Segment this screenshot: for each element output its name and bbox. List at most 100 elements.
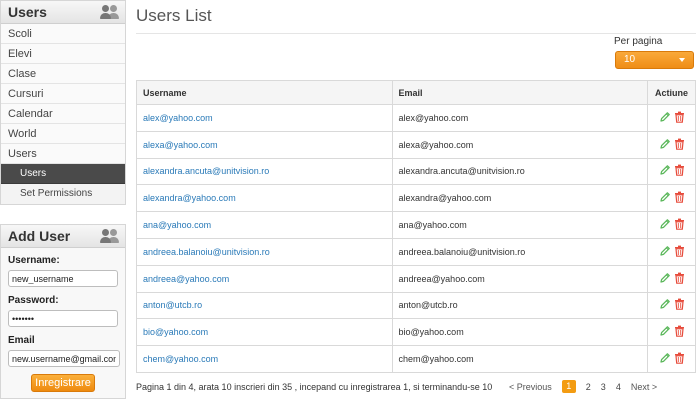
pencil-icon[interactable] <box>659 164 671 176</box>
actions-cell <box>647 184 696 213</box>
sidebar-item-world[interactable]: World <box>1 124 125 144</box>
pencil-icon[interactable] <box>659 352 671 364</box>
pencil-icon[interactable] <box>659 111 671 123</box>
users-icon <box>100 5 119 19</box>
table-row: bio@yahoo.com bio@yahoo.com <box>136 318 696 347</box>
sidebar-item-users-sub[interactable]: Users <box>1 164 125 184</box>
actions-cell <box>647 318 696 347</box>
pencil-icon[interactable] <box>659 218 671 230</box>
actions-cell <box>647 345 696 373</box>
pagination: < Previous 1 2 3 4 Next > <box>504 380 662 393</box>
trash-icon[interactable] <box>674 272 685 284</box>
per-page-value: 10 <box>624 54 636 65</box>
trash-icon[interactable] <box>674 298 685 311</box>
actions-cell <box>647 130 696 159</box>
pagination-info: Pagina 1 din 4, arata 10 inscrieri din 3… <box>136 382 493 392</box>
email-input[interactable] <box>8 350 120 367</box>
pencil-icon[interactable] <box>659 272 671 284</box>
add-user-header: Add User <box>1 225 125 248</box>
username-link[interactable]: alexa@yahoo.com <box>136 130 393 159</box>
pencil-icon[interactable] <box>659 245 671 257</box>
username-link[interactable]: alexandra@yahoo.com <box>136 184 393 213</box>
email-cell: bio@yahoo.com <box>391 318 649 347</box>
password-input[interactable] <box>8 310 118 327</box>
per-page-label: Per pagina <box>614 36 663 47</box>
email-cell: anton@utcb.ro <box>391 291 649 320</box>
trash-icon[interactable] <box>674 352 685 364</box>
email-cell: alexandra@yahoo.com <box>391 184 649 213</box>
username-link[interactable]: andreea@yahoo.com <box>136 264 393 293</box>
pencil-icon[interactable] <box>659 138 671 150</box>
username-link[interactable]: chem@yahoo.com <box>136 345 393 373</box>
pencil-icon[interactable] <box>659 298 671 310</box>
pencil-icon[interactable] <box>659 325 671 337</box>
table-row: alexandra@yahoo.com alexandra@yahoo.com <box>136 184 696 213</box>
sidebar: Users Scoli Elevi Clase Cursuri Calendar Worl… <box>0 0 126 399</box>
users-table: Username Email Actiune alex@yahoo.com ale… <box>136 80 696 373</box>
email-label: Email <box>8 335 35 346</box>
username-input[interactable] <box>8 270 118 287</box>
per-page-select[interactable]: 10 <box>615 51 694 69</box>
column-header-email: Email <box>391 80 649 105</box>
table-row: alexa@yahoo.com alexa@yahoo.com <box>136 130 696 159</box>
actions-cell <box>647 157 696 186</box>
add-user-panel: Add User Username: Password: Email Inreg… <box>0 224 126 399</box>
trash-icon[interactable] <box>674 245 685 257</box>
trash-icon[interactable] <box>674 111 685 123</box>
pagination-page-2[interactable]: 2 <box>586 382 591 392</box>
sidebar-item-cursuri[interactable]: Cursuri <box>1 84 125 104</box>
username-link[interactable]: andreea.balanoiu@unitvision.ro <box>136 237 393 266</box>
pagination-next[interactable]: Next > <box>631 382 657 392</box>
username-link[interactable]: alex@yahoo.com <box>136 104 393 132</box>
table-header-row: Username Email Actiune <box>136 80 696 105</box>
sidebar-item-clase[interactable]: Clase <box>1 64 125 84</box>
register-button[interactable]: Inregistrare <box>31 374 95 392</box>
username-link[interactable]: bio@yahoo.com <box>136 318 393 347</box>
users-nav-header: Users <box>1 1 125 24</box>
users-nav-title: Users <box>8 4 47 20</box>
column-header-actions: Actiune <box>647 80 696 105</box>
trash-icon[interactable] <box>674 164 685 177</box>
actions-cell <box>647 104 696 132</box>
table-row: alexandra.ancuta@unitvision.ro alexandra.… <box>136 157 696 186</box>
sidebar-item-scoli[interactable]: Scoli <box>1 24 125 44</box>
sidebar-item-set-permissions-sub[interactable]: Set Permissions <box>1 184 125 204</box>
pagination-previous[interactable]: < Previous <box>509 382 552 392</box>
add-user-title: Add User <box>8 228 71 244</box>
nav-list: Scoli Elevi Clase Cursuri Calendar World Users… <box>1 24 125 204</box>
caret-down-icon <box>679 58 685 62</box>
email-cell: andreea.balanoiu@unitvision.ro <box>391 237 649 266</box>
trash-icon[interactable] <box>674 138 685 150</box>
title-divider <box>136 33 696 34</box>
sidebar-item-users[interactable]: Users <box>1 144 125 164</box>
trash-icon[interactable] <box>674 218 685 230</box>
username-link[interactable]: alexandra.ancuta@unitvision.ro <box>136 157 393 186</box>
add-user-form: Username: Password: Email Inregistrare <box>1 248 125 398</box>
users-nav-panel: Users Scoli Elevi Clase Cursuri Calendar Worl… <box>0 0 126 205</box>
pagination-page-1[interactable]: 1 <box>561 380 576 393</box>
email-cell: andreea@yahoo.com <box>391 264 649 293</box>
actions-cell <box>647 291 696 320</box>
users-icon <box>100 229 119 243</box>
actions-cell <box>647 237 696 266</box>
table-row: alex@yahoo.com alex@yahoo.com <box>136 104 696 132</box>
username-link[interactable]: ana@yahoo.com <box>136 211 393 239</box>
sidebar-item-elevi[interactable]: Elevi <box>1 44 125 64</box>
page-title: Users List <box>136 6 212 25</box>
email-cell: alexandra.ancuta@unitvision.ro <box>391 157 649 186</box>
sidebar-item-calendar[interactable]: Calendar <box>1 104 125 124</box>
actions-cell <box>647 211 696 239</box>
table-row: chem@yahoo.com chem@yahoo.com <box>136 345 696 373</box>
email-cell: alexa@yahoo.com <box>391 130 649 159</box>
trash-icon[interactable] <box>674 325 685 338</box>
pencil-icon[interactable] <box>659 191 671 203</box>
username-link[interactable]: anton@utcb.ro <box>136 291 393 320</box>
trash-icon[interactable] <box>674 191 685 204</box>
table-row: ana@yahoo.com ana@yahoo.com <box>136 211 696 239</box>
table-row: andreea@yahoo.com andreea@yahoo.com <box>136 264 696 293</box>
table-row: anton@utcb.ro anton@utcb.ro <box>136 291 696 320</box>
actions-cell <box>647 264 696 293</box>
table-row: andreea.balanoiu@unitvision.ro andreea.ba… <box>136 237 696 266</box>
pagination-page-4[interactable]: 4 <box>616 382 621 392</box>
pagination-page-3[interactable]: 3 <box>601 382 606 392</box>
